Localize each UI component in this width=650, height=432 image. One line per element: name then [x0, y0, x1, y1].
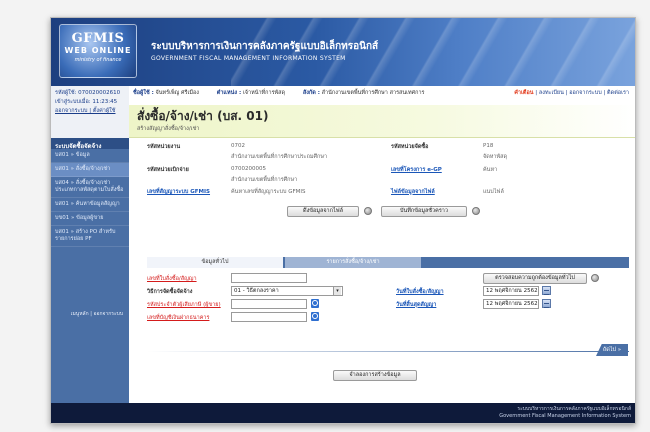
bank-label: เลขที่บัญชีเงินฝากธนาคาร — [147, 315, 210, 321]
page-title: สั่งซื้อ/จ้าง/เช่า (บส. 01) — [137, 109, 269, 123]
sidebar-item[interactable]: บข01 » ข้อมูลผู้ขาย — [51, 212, 129, 226]
end-date-input[interactable]: 12 พฤศจิกายน 2562 — [483, 299, 539, 309]
method-select-value: 01 - วิธีตกลงราคา — [234, 288, 279, 294]
tab-items[interactable]: รายการสั่งซื้อ/จ้าง/เช่า — [285, 257, 421, 268]
sign-date-label: วันที่ใบสั่งซื้อ/สัญญา — [396, 289, 444, 295]
bank-input[interactable] — [231, 312, 307, 322]
footer: ระบบบริหารการเงินการคลังภาครัฐแบบอิเล็กท… — [51, 403, 635, 423]
contract-value[interactable]: ค้นหาเลขที่สัญญาระบบ GFMIS — [231, 189, 306, 195]
app-title: ระบบบริหารการเงินการคลังภาครัฐแบบอิเล็กท… — [151, 39, 378, 62]
purchase-unit-name: จัดหาพัสดุ — [483, 154, 508, 160]
sidebar-footer-links[interactable]: เมนูหลัก | ออกจากระบบ — [71, 310, 123, 318]
purchase-unit-value: P18 — [483, 143, 494, 149]
login-time: เข้าสู่ระบบเมื่อ: 11:23:45 — [55, 99, 118, 105]
doc-no-label: เลขที่ใบสั่งซื้อ/สัญญา — [147, 276, 197, 282]
tab-general[interactable]: ข้อมูลทั่วไป — [147, 257, 283, 268]
sidebar-item[interactable]: บส01 » ข้อมูล — [51, 149, 129, 163]
app-title-english: GOVERNMENT FISCAL MANAGEMENT INFORMATION… — [151, 55, 346, 62]
user-info-panel: รหัสผู้ใช้: 070020002610 เข้าสู่ระบบเมื่… — [51, 86, 129, 138]
doc-no-input[interactable] — [231, 273, 307, 283]
save-draft-button[interactable]: บันทึกข้อมูลชั่วคราว — [381, 206, 467, 217]
simulate-create-button[interactable]: จำลองการสร้างข้อมูล — [333, 370, 417, 381]
footer-english: Government Fiscal Management Information… — [499, 413, 631, 419]
search-icon[interactable] — [311, 312, 319, 321]
egp-link[interactable]: เลขที่โครงการ e-GP — [391, 167, 442, 173]
app-window: GFMIS WEB ONLINE ministry of finance ระบ… — [50, 17, 636, 424]
calendar-icon[interactable] — [542, 299, 551, 308]
file-link[interactable]: ไฟล์ข้อมูลจากไฟล์ — [391, 189, 435, 195]
header-banner: GFMIS WEB ONLINE ministry of finance ระบ… — [51, 18, 635, 86]
calendar-icon[interactable] — [542, 286, 551, 295]
file-value[interactable]: แนบไฟล์ — [483, 189, 504, 195]
user-detail-row: ชื่อผู้ใช้ : จันทร์เพ็ญ ศรีเมือง ตำแหน่ง… — [133, 89, 441, 97]
load-from-file-button[interactable]: ดึงข้อมูลจากไฟล์ — [287, 206, 359, 217]
next-button[interactable]: ถัดไป » — [596, 344, 628, 356]
sidebar-item[interactable]: บส01 » ค้นหาข้อมูลสัญญา — [51, 198, 129, 212]
user-code: รหัสผู้ใช้: 070020002610 — [55, 90, 121, 96]
help-icon[interactable] — [364, 207, 372, 215]
alert-link[interactable]: คำเตือน — [514, 90, 533, 96]
page-subtitle: สร้างสัญญาสั่งซื้อ/จ้าง/เช่า — [137, 126, 200, 132]
dept-value: สำนักงานเขตพื้นที่การศึกษา สารสนเทศการ — [321, 90, 425, 96]
end-date-label: วันที่สิ้นสุดสัญญา — [396, 302, 437, 308]
top-links[interactable]: คำเตือน | ลงทะเบียน | ออกจากระบบ | ติดต่… — [514, 89, 629, 97]
chevron-down-icon: ▾ — [333, 287, 341, 295]
sidebar-item[interactable]: บส01 » สร้าง PO สำหรับรายการย่อย PF — [51, 226, 129, 247]
method-select[interactable]: 01 - วิธีตกลงราคา ▾ — [231, 286, 343, 296]
sidebar: ระบบจัดซื้อจัดจ้าง บส01 » ข้อมูล บส01 » … — [51, 138, 129, 403]
agency-code-label: รหัสหน่วยงาน — [147, 144, 181, 150]
sidebar-item-active[interactable]: บส01 » สั่งซื้อ/จ้าง/เช่า — [51, 163, 129, 177]
gfmis-logo: GFMIS WEB ONLINE ministry of finance — [59, 24, 137, 78]
agency-name-value: สำนักงานเขตพื้นที่การศึกษาประถมศึกษา — [231, 154, 328, 160]
check-general-button[interactable]: ตรวจสอบความถูกต้องข้อมูลทั่วไป — [483, 273, 587, 284]
footer-thai: ระบบบริหารการเงินการคลังภาครัฐแบบอิเล็กท… — [517, 406, 631, 412]
logo-line-1: GFMIS — [71, 31, 125, 46]
sign-date-input[interactable]: 12 พฤศจิกายน 2562 — [483, 286, 539, 296]
position-label: ตำแหน่ง : — [216, 90, 242, 96]
logo-line-3: ministry of finance — [74, 57, 122, 63]
purchase-unit-label: รหัสหน่วยจัดซื้อ — [391, 144, 429, 150]
sidebar-heading: ระบบจัดซื้อจัดจ้าง — [51, 138, 129, 150]
search-icon[interactable] — [311, 299, 319, 308]
name-label: ชื่อผู้ใช้ : — [133, 90, 154, 96]
disburse-label: รหัสหน่วยเบิกจ่าย — [147, 167, 189, 173]
disburse-value: 0700200005 — [231, 166, 266, 172]
egp-value[interactable]: ค้นหา — [483, 167, 497, 173]
dept-label: สังกัด : — [302, 90, 320, 96]
method-label: วิธีการจัดซื้อจัดจ้าง — [147, 289, 193, 295]
tab-bar: ข้อมูลทั่วไป รายการสั่งซื้อ/จ้าง/เช่า — [147, 257, 629, 268]
contract-link[interactable]: เลขที่สัญญาระบบ GFMIS — [147, 189, 210, 195]
help-icon[interactable] — [591, 274, 599, 282]
vendor-input[interactable] — [231, 299, 307, 309]
logo-line-2: WEB ONLINE — [64, 46, 132, 55]
vendor-label: รหัสประจำตัวผู้เสียภาษี (ผู้ขาย) — [147, 302, 221, 308]
user-links[interactable]: ออกจากระบบ | ตั้งค่าผู้ใช้ — [55, 107, 125, 116]
app-title-thai: ระบบบริหารการเงินการคลังภาครัฐแบบอิเล็กท… — [151, 41, 379, 52]
agency-code-value: 0702 — [231, 143, 245, 149]
sidebar-item[interactable]: บส04 » สั่งซื้อ/จ้าง/เช่า ประเภทกาลพัสดุ… — [51, 177, 129, 198]
help-icon[interactable] — [472, 207, 480, 215]
divider — [147, 351, 629, 352]
top-links-text[interactable]: | ลงทะเบียน | ออกจากระบบ | ติดต่อเรา — [535, 90, 629, 96]
position-value: เจ้าหน้าที่การพัสดุ — [242, 90, 286, 96]
name-value: จันทร์เพ็ญ ศรีเมือง — [155, 90, 199, 96]
disburse-name: สำนักงานเขตพื้นที่การศึกษา — [231, 177, 298, 183]
